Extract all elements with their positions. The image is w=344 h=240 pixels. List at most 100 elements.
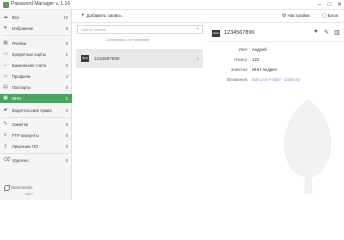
sidebar-item-ftp-accounts[interactable]: ≡ FTP аккаунты 0 (0, 131, 72, 140)
sidebar-item-count: 0 (65, 108, 68, 113)
grid-icon: ▦ (3, 40, 8, 46)
sidebar-item-label: Профили (12, 74, 31, 79)
field-value-attachments[interactable]: Bali Live Folder - Darknsy (252, 77, 300, 82)
list-item-suffix: 1 (196, 56, 199, 61)
sidebar-item-all[interactable]: ☁ Все 16 (0, 13, 72, 22)
app-icon (3, 2, 9, 8)
sidebar-item-count: 1 (65, 96, 68, 101)
plus-icon: + (81, 13, 85, 19)
sidebar-item-passports[interactable]: ▤ Паспорта 0 (0, 83, 72, 92)
sidebar-item-label: Избранное (12, 26, 34, 31)
search-placeholder: Найти запись (81, 27, 107, 32)
sidebar-item-label: Кредитные карты (12, 52, 46, 57)
sidebar-item-count: 1 (65, 52, 68, 57)
edit-icon[interactable]: ✎ (324, 29, 329, 36)
field-value-number: 123 (252, 57, 259, 62)
minimize-button[interactable]: – (315, 1, 324, 9)
sidebar-item-cells[interactable]: ▦ Ячейки 0 (0, 39, 72, 48)
sidebar-item-label: ИНН (12, 96, 22, 101)
sidebar-item-count: 0 (65, 122, 68, 127)
passport-icon: ▤ (3, 84, 8, 90)
maximize-button[interactable]: □ (325, 1, 334, 9)
search-icon: ⌕ (196, 26, 199, 32)
sidebar-item-label: Паспорта (12, 85, 31, 90)
sidebar-item-count: 0 (65, 85, 68, 90)
person-icon: ☺ (3, 73, 9, 79)
list-toolbar: + Добавить запись (73, 10, 206, 23)
gear-icon: ⚙ (282, 13, 287, 19)
sidebar-item-bank-accounts[interactable]: ⌂ Банковские счета 0 (0, 61, 72, 70)
sidebar: ☁ Все 16 ♥ Избранное 0 ▦ Ячейки 0 ▭ Кред… (0, 10, 72, 200)
note-icon: ✎ (3, 121, 8, 127)
favorite-icon[interactable]: ♥ (314, 29, 318, 35)
sidebar-item-count: 4 (65, 74, 68, 79)
watermark-leaf-icon (284, 99, 332, 194)
sidebar-item-count: 0 (65, 133, 68, 138)
lock-icon: ▢ (322, 13, 327, 19)
title-bar: Password Manager v. 1.16 – □ ✕ (0, 0, 344, 10)
credit-card-icon: ▭ (3, 51, 8, 57)
list-item[interactable]: ИНН 1234567890 1 (76, 49, 203, 68)
detail-toolbar: ⚙Настройки ▢Блок (207, 10, 344, 23)
sidebar-item-label: Банковские счета (12, 63, 47, 68)
id-card-icon: ▣ (3, 95, 8, 101)
sidebar-item-count: 0 (65, 41, 68, 46)
sidebar-item-software-licenses[interactable]: ⚷ Лицензии ПО 0 (0, 142, 72, 151)
sidebar-item-driver-licenses[interactable]: ▰ Водительские права 0 (0, 106, 72, 115)
sidebar-item-notes[interactable]: ✎ Заметки 0 (0, 120, 72, 129)
settings-button[interactable]: ⚙Настройки (282, 13, 310, 19)
sidebar-divider (2, 35, 70, 36)
sidebar-item-count: 0 (65, 144, 68, 149)
logo-subtext: SOFT (25, 192, 33, 196)
sidebar-item-favorites[interactable]: ♥ Избранное 0 (0, 24, 72, 33)
sidebar-item-count: 16 (63, 15, 68, 20)
sidebar-item-credit-cards[interactable]: ▭ Кредитные карты 1 (0, 50, 72, 59)
close-button[interactable]: ✕ (335, 1, 344, 9)
sidebar-item-deleted[interactable]: ⌫ Удалено 0 (0, 156, 72, 165)
lock-label: Блок (327, 13, 338, 18)
sidebar-item-label: Заметки (12, 122, 29, 127)
sidebar-item-label: Лицензии ПО (12, 144, 39, 149)
id-card-icon: ИНН (212, 30, 220, 37)
search-input[interactable]: Найти запись ⌕ (77, 25, 203, 34)
sidebar-item-inn[interactable]: ▣ ИНН 1 (0, 94, 72, 103)
trash-icon: ⌫ (3, 157, 11, 163)
key-icon: ⚷ (3, 143, 8, 149)
field-value-notes: ИНН Андрея (252, 67, 277, 72)
sidebar-item-label: Удалено (12, 158, 29, 163)
brand-logo: Soorceaim SOFT (4, 185, 33, 197)
logo-text: Soorceaim (11, 185, 33, 191)
sidebar-item-label: Ячейки (12, 41, 27, 46)
heart-icon: ♥ (4, 25, 7, 31)
field-value-name: Андрей (252, 47, 267, 52)
sidebar-item-label: Водительские права (12, 108, 52, 113)
sort-link[interactable]: Сортировать по Названию (105, 38, 149, 42)
sidebar-item-count: 0 (65, 26, 68, 31)
field-label-name: Имя: (238, 47, 248, 52)
cloud-icon: ☁ (3, 14, 8, 20)
sidebar-divider (2, 117, 70, 118)
sidebar-item-count: 0 (65, 63, 68, 68)
delete-icon[interactable]: ▥ (334, 29, 340, 36)
detail-title: 1234567890 (224, 30, 255, 36)
car-icon: ▰ (3, 107, 8, 113)
sidebar-item-label: FTP аккаунты (12, 133, 39, 138)
add-entry-label: Добавить запись (86, 13, 122, 18)
detail-header: ИНН 1234567890 ♥ ✎ ▥ (207, 25, 344, 42)
server-icon: ≡ (4, 132, 7, 138)
sidebar-item-count: 0 (65, 158, 68, 163)
field-label-attachments: Вложения: (227, 77, 248, 82)
field-label-number: Номер: (233, 57, 248, 62)
list-item-name: 1234567890 (94, 56, 120, 61)
bank-icon: ⌂ (3, 62, 8, 68)
settings-label: Настройки (287, 13, 310, 18)
add-entry-button[interactable]: + Добавить запись (81, 13, 122, 19)
id-card-icon: ИНН (81, 55, 89, 62)
sidebar-item-label: Все (12, 15, 20, 20)
window-title: Password Manager v. 1.16 (11, 1, 71, 7)
field-label-notes: Заметки: (230, 67, 248, 72)
leaf-icon (4, 185, 10, 191)
lock-button[interactable]: ▢Блок (322, 13, 338, 19)
sidebar-item-profiles[interactable]: ☺ Профили 4 (0, 72, 72, 81)
sidebar-divider (2, 153, 70, 154)
